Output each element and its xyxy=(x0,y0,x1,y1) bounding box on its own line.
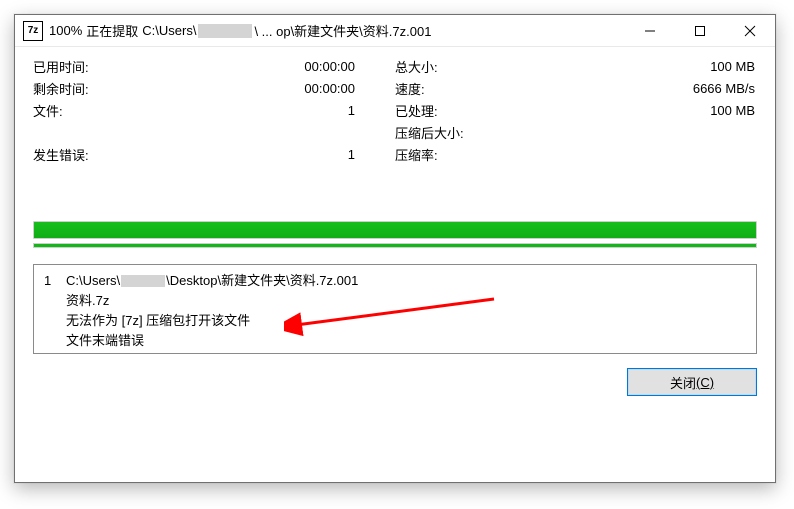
progress-bar-sub xyxy=(33,243,757,248)
stat-row-remaining: 剩余时间: 00:00:00 xyxy=(33,77,395,99)
stat-row-ratio: 压缩率: xyxy=(395,143,757,165)
stat-row-spacer xyxy=(33,121,395,143)
stat-row-packed: 压缩后大小: xyxy=(395,121,757,143)
processed-label: 已处理: xyxy=(395,101,545,120)
remaining-value: 00:00:00 xyxy=(143,81,395,96)
title-percent: 100% xyxy=(49,23,82,38)
stat-row-speed: 速度: 6666 MB/s xyxy=(395,77,757,99)
stat-row-elapsed: 已用时间: 00:00:00 xyxy=(33,55,395,77)
errors-label: 发生错误: xyxy=(33,145,143,164)
total-value: 100 MB xyxy=(545,59,757,74)
stat-row-processed: 已处理: 100 MB xyxy=(395,99,757,121)
progress-fill-main xyxy=(34,222,756,238)
files-value: 1 xyxy=(143,103,395,118)
progress-area xyxy=(33,221,757,248)
close-button-accel: (C) xyxy=(696,375,714,390)
stats-left-col: 已用时间: 00:00:00 剩余时间: 00:00:00 文件: 1 发生错误… xyxy=(33,55,395,165)
total-label: 总大小: xyxy=(395,57,545,76)
error-line-msg2: 文件末端错误 xyxy=(44,331,746,351)
title-redacted-user xyxy=(198,24,252,38)
error-line-path: 1C:\Users\ \Desktop\新建文件夹\资料.7z.001 xyxy=(44,271,746,291)
progress-bar-main xyxy=(33,221,757,239)
error-path-prefix: C:\Users\ xyxy=(66,273,120,288)
errors-value: 1 xyxy=(143,147,395,162)
progress-fill-sub xyxy=(34,244,756,247)
stat-row-errors: 发生错误: 1 xyxy=(33,143,395,165)
title-path-suffix: \ ... op\新建文件夹\资料.7z.001 xyxy=(254,21,431,40)
stats-right-col: 总大小: 100 MB 速度: 6666 MB/s 已处理: 100 MB 压缩… xyxy=(395,55,757,165)
stat-row-files: 文件: 1 xyxy=(33,99,395,121)
speed-label: 速度: xyxy=(395,79,545,98)
elapsed-value: 00:00:00 xyxy=(143,59,395,74)
dialog-window: 7z 100% 正在提取 C:\Users\ \ ... op\新建文件夹\资料… xyxy=(14,14,776,483)
error-line-archive: 资料.7z xyxy=(44,291,746,311)
stat-row-total: 总大小: 100 MB xyxy=(395,55,757,77)
close-button[interactable]: 关闭(C) xyxy=(627,368,757,396)
files-label: 文件: xyxy=(33,101,143,120)
remaining-label: 剩余时间: xyxy=(33,79,143,98)
processed-value: 100 MB xyxy=(545,103,757,118)
minimize-button[interactable] xyxy=(625,15,675,47)
titlebar: 7z 100% 正在提取 C:\Users\ \ ... op\新建文件夹\资料… xyxy=(15,15,775,47)
packed-label: 压缩后大小: xyxy=(395,123,545,142)
error-path-redacted xyxy=(121,275,165,287)
speed-value: 6666 MB/s xyxy=(545,81,757,96)
dialog-body: 已用时间: 00:00:00 剩余时间: 00:00:00 文件: 1 发生错误… xyxy=(15,47,775,410)
error-index: 1 xyxy=(44,271,66,291)
close-window-button[interactable] xyxy=(725,15,775,47)
elapsed-label: 已用时间: xyxy=(33,57,143,76)
ratio-label: 压缩率: xyxy=(395,145,545,164)
window-controls xyxy=(625,15,775,47)
error-listbox[interactable]: 1C:\Users\ \Desktop\新建文件夹\资料.7z.001 资料.7z… xyxy=(33,264,757,354)
title-path-prefix: C:\Users\ xyxy=(142,23,196,38)
title-action: 正在提取 xyxy=(86,21,138,40)
error-line-msg1: 无法作为 [7z] 压缩包打开该文件 xyxy=(44,311,746,331)
error-path-suffix: \Desktop\新建文件夹\资料.7z.001 xyxy=(166,273,358,288)
app-icon-7z: 7z xyxy=(23,21,43,41)
maximize-button[interactable] xyxy=(675,15,725,47)
button-row: 关闭(C) xyxy=(33,368,757,396)
close-button-label: 关闭 xyxy=(670,373,696,392)
stats-grid: 已用时间: 00:00:00 剩余时间: 00:00:00 文件: 1 发生错误… xyxy=(33,55,757,165)
